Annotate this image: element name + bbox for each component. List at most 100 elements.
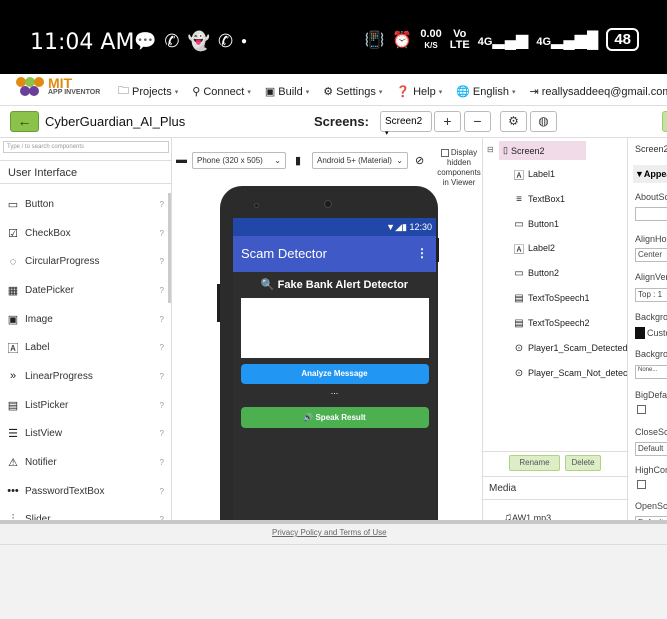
tree-item-button1[interactable]: ▭ Button1: [513, 215, 559, 233]
palette-item-linearprogress[interactable]: » LinearProgress?: [0, 362, 171, 391]
warning-icon: ⚠: [8, 457, 18, 470]
menu-language[interactable]: 🌐 English ▾: [456, 82, 515, 101]
tree-item-screen2[interactable]: ▯ Screen2: [499, 141, 586, 160]
device-size-dropdown[interactable]: Phone (320 x 505) ⌄: [192, 152, 286, 169]
display-hidden-toggle[interactable]: Display hidden components in Viewer: [434, 148, 482, 188]
label-icon: 🄰: [514, 244, 524, 256]
palette-item-notifier[interactable]: ⚠ Notifier?: [0, 448, 171, 477]
bg-image-select[interactable]: None...: [635, 365, 667, 379]
palette-item-listpicker[interactable]: ▤ ListPicker?: [0, 391, 171, 420]
label1-heading[interactable]: 🔍 Fake Bank Alert Detector: [233, 278, 436, 291]
menu-projects[interactable]: 🗀 Projects ▾: [118, 82, 178, 101]
menu-build[interactable]: ▣ Build ▾: [265, 82, 309, 101]
palette-category-header[interactable]: User Interface: [0, 160, 171, 184]
phone-preview: ▼◢▮ 12:30 Scam Detector ⋮ 🔍 Fake Bank Al…: [217, 186, 439, 524]
tree-item-label1[interactable]: 🄰 Label1: [513, 165, 555, 183]
big-default-text-checkbox[interactable]: [637, 405, 646, 414]
tree-item-texttospeech2[interactable]: ▤ TextToSpeech2: [513, 314, 589, 332]
rename-button[interactable]: Rename: [509, 455, 560, 471]
prop-label-about: AboutScreen: [635, 192, 667, 202]
project-properties-button[interactable]: ◍: [530, 111, 557, 132]
blocks-settings-button[interactable]: ⚙: [500, 111, 527, 132]
tree-item-button2[interactable]: ▭ Button2: [513, 264, 559, 282]
align-vertical-select[interactable]: Top : 1: [635, 288, 667, 302]
circular-progress-icon: ◌: [9, 255, 17, 268]
tree-item-player1[interactable]: ⊙ Player1_Scam_Detected: [513, 339, 627, 357]
mit-app-inventor-logo[interactable]: MIT APP INVENTOR: [16, 75, 101, 99]
bg-color-swatch[interactable]: [635, 327, 645, 339]
help-icon: ?: [159, 199, 164, 209]
palette-item-checkbox[interactable]: ☑ CheckBox?: [0, 219, 171, 248]
speech-icon: ▤: [514, 292, 524, 304]
caret-down-icon: ▾: [438, 88, 443, 96]
build-icon: ▣: [264, 86, 276, 98]
caret-down-icon: ▾: [174, 88, 179, 96]
menu-settings[interactable]: ⚙ Settings ▾: [323, 82, 382, 101]
textbox1-message[interactable]: [240, 298, 429, 358]
list-icon: ☰: [8, 428, 18, 441]
help-icon: ?: [159, 285, 164, 295]
menu-connect[interactable]: ⚲ Connect ▾: [192, 82, 251, 101]
help-icon: ?: [159, 486, 164, 496]
caret-down-icon: ▾: [385, 130, 389, 137]
textbox-icon: ≡: [516, 193, 522, 205]
volume-button: [217, 284, 220, 322]
caret-down-icon: ▼: [635, 169, 644, 179]
theme-dropdown[interactable]: Android 5+ (Material) ⌄: [312, 152, 408, 169]
connect-icon: ⚲: [192, 86, 201, 98]
align-horizontal-select[interactable]: Center: [635, 248, 667, 262]
label2-result[interactable]: ...: [233, 386, 436, 400]
privacy-policy-link[interactable]: Privacy Policy and Terms of Use: [272, 528, 387, 537]
prop-label-bigtext: BigDefaultText: [635, 390, 667, 400]
palette-item-listview[interactable]: ☰ ListView?: [0, 420, 171, 449]
prop-label-bgimage: BackgroundImage: [635, 349, 667, 359]
palette-item-label[interactable]: 🄰 Label?: [0, 333, 171, 362]
palette-item-circularprogress[interactable]: ◌ CircularProgress?: [0, 247, 171, 276]
add-screen-button[interactable]: +: [434, 111, 461, 132]
prop-label-closeanim: CloseScreenAnimation: [635, 427, 667, 437]
tree-item-label2[interactable]: 🄰 Label2: [513, 239, 555, 257]
palette-search-input[interactable]: Type / to search components: [3, 141, 169, 153]
settings-sliders-icon: ⚙: [508, 114, 519, 128]
eye-off-icon[interactable]: ⊘: [415, 154, 424, 167]
designer-toggle-button[interactable]: [662, 111, 667, 132]
hidden-checkbox[interactable]: [440, 148, 449, 157]
palette-item-datepicker[interactable]: ▦ DatePicker?: [0, 276, 171, 305]
button2-speak[interactable]: 🔊 Speak Result: [240, 407, 429, 428]
palette-item-button[interactable]: ▭ Button?: [0, 190, 171, 219]
logo-subtitle: APP INVENTOR: [48, 89, 101, 96]
tree-item-texttospeech1[interactable]: ▤ TextToSpeech1: [513, 289, 589, 307]
tree-item-textbox1[interactable]: ≡ TextBox1: [513, 190, 565, 208]
designer-viewer: ▬ Phone (320 x 505) ⌄ ▮ Android 5+ (Mate…: [172, 138, 483, 524]
logo-title: MIT: [48, 75, 73, 91]
button1-analyze[interactable]: Analyze Message: [240, 364, 429, 384]
bg-color-value[interactable]: Custom: [647, 328, 667, 338]
palette-item-passwordtextbox[interactable]: ••• PasswordTextBox?: [0, 477, 171, 506]
chevron-down-icon: ⌄: [274, 156, 281, 165]
close-animation-select[interactable]: Default: [635, 442, 667, 456]
prop-label-bgcolor: BackgroundColor: [635, 312, 667, 322]
battery-indicator: 48: [606, 28, 639, 51]
phone-icon: ▮: [295, 155, 302, 167]
tree-item-player2[interactable]: ⊙Player_Scam_Not_detected: [513, 364, 627, 382]
back-button[interactable]: ←: [10, 111, 39, 132]
menu-help[interactable]: ❓ Help ▾: [396, 82, 442, 101]
palette-item-image[interactable]: ▣ Image?: [0, 305, 171, 334]
appearance-section[interactable]: ▼Appearance: [633, 165, 667, 183]
remove-screen-button[interactable]: −: [464, 111, 491, 132]
screen-dropdown[interactable]: Screen2 ▾: [380, 111, 432, 137]
whatsapp-icon: ✆: [164, 31, 180, 51]
help-icon: ?: [159, 458, 164, 468]
device-status-bar: 11:04 AM 💬 ✆ 👻 ✆ ● 📳 ⏰ 0.00 K/S Vo LTE 4…: [0, 0, 667, 74]
about-screen-input[interactable]: [635, 207, 667, 221]
project-toolbar: ← CyberGuardian_AI_Plus Screens: Screen2…: [0, 106, 667, 138]
collapse-icon[interactable]: ⊟: [487, 145, 494, 154]
menu-account[interactable]: ⇥ reallysaddeeq@gmail.com: [530, 82, 667, 101]
help-icon: ?: [159, 371, 164, 381]
component-tree: ⊟ ▯ Screen2 🄰 Label1 ≡ TextBox1 ▭ Button1 🄰 L…: [483, 138, 628, 524]
tree-actions: Rename Delete: [483, 451, 627, 473]
delete-button[interactable]: Delete: [565, 455, 601, 471]
high-contrast-checkbox[interactable]: [637, 480, 646, 489]
notification-icons: 💬 ✆ 👻 ✆ ●: [134, 31, 247, 52]
palette-scrollbar[interactable]: [168, 193, 171, 303]
